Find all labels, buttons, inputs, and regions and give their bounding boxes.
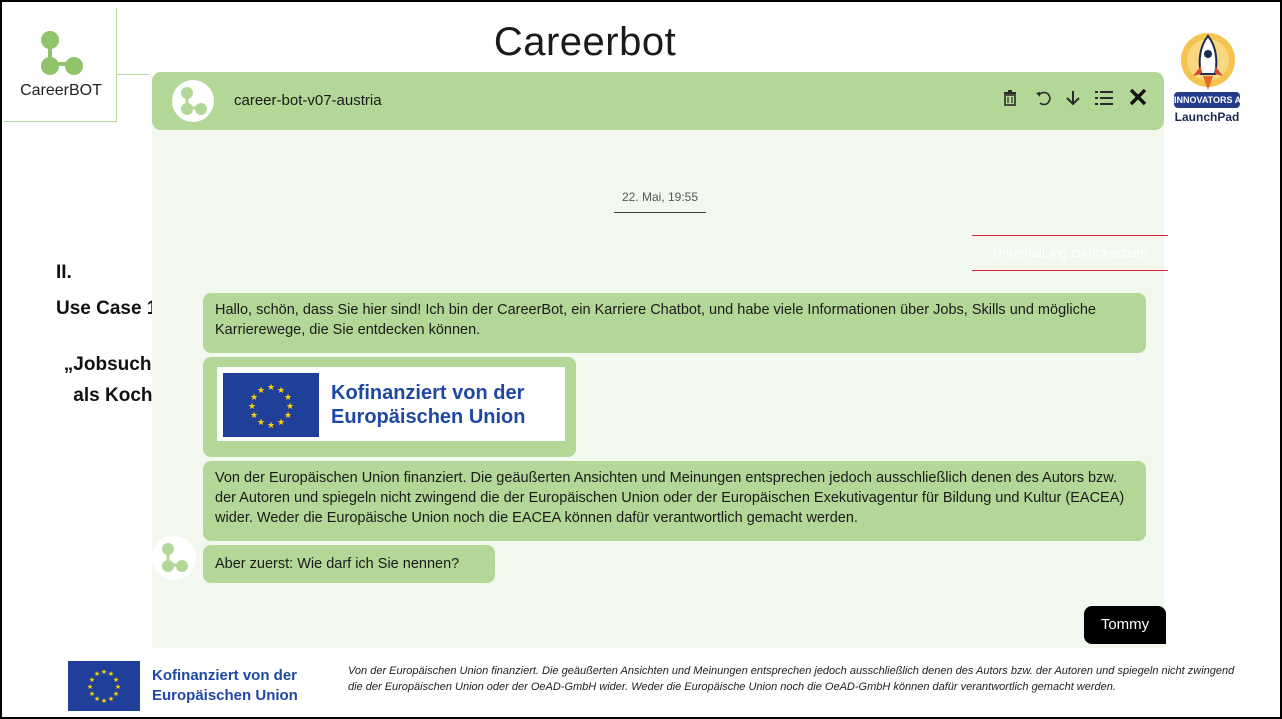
- bot-avatar: [172, 80, 214, 122]
- svg-text:★: ★: [284, 411, 292, 421]
- svg-text:★: ★: [89, 690, 95, 698]
- use-case-quote: „Jobsuche als Koch“: [63, 354, 162, 406]
- slide-title: Careerbot: [493, 20, 677, 64]
- close-icon[interactable]: [1126, 88, 1150, 112]
- logo-text: CareerBOT: [20, 82, 102, 99]
- list-icon[interactable]: [1092, 88, 1116, 112]
- svg-text:★: ★: [101, 668, 107, 676]
- use-case-label: Use Case 1: [56, 298, 158, 319]
- chat-header: career-bot-v07-austria: [152, 72, 1164, 130]
- bot-avatar-message: [152, 536, 196, 580]
- footer-eu-flag-icon: ★ ★★★ ★★★★ ★★★★: [68, 661, 140, 711]
- innovators-badge: INNOVATORS AI LaunchPad: [1172, 28, 1244, 128]
- bot-message-greeting: Hallo, schön, dass Sie hier sind! Ich bi…: [203, 293, 1146, 353]
- svg-text:★: ★: [94, 670, 100, 678]
- bot-logo-icon: [162, 543, 188, 572]
- eu-funding-card: ★ ★ ★ ★ ★ ★ ★ ★ ★ ★ ★ ★ Kofinanziert von der Euro…: [217, 367, 565, 441]
- svg-text:★: ★: [277, 418, 285, 428]
- logo-connector-line: [117, 74, 149, 75]
- eu-card-line1: Kofinanziert von der: [331, 382, 525, 404]
- footer-eu-text: Kofinanziert von der Europäischen Union: [152, 666, 298, 706]
- badge-ribbon: INNOVATORS AI: [1174, 92, 1244, 108]
- bot-name: career-bot-v07-austria: [234, 92, 382, 109]
- badge-subtitle: LaunchPad: [1174, 110, 1240, 124]
- bot-message-disclaimer: Von der Europäischen Union finanziert. D…: [203, 461, 1146, 541]
- rocket-icon: [1181, 33, 1235, 90]
- eu-card-line2: Europäischen Union: [331, 406, 526, 428]
- svg-text:★: ★: [108, 695, 114, 703]
- footer-eu-line2: Europäischen Union: [152, 687, 298, 704]
- svg-text:★: ★: [257, 418, 265, 428]
- svg-text:★: ★: [257, 386, 265, 396]
- eu-card-text: Kofinanziert von der Europäischen Union: [331, 381, 525, 429]
- svg-text:★: ★: [267, 421, 275, 431]
- svg-text:★: ★: [248, 402, 256, 412]
- careerbot-logo-icon: [41, 31, 83, 75]
- download-icon[interactable]: [1062, 88, 1084, 112]
- svg-text:★: ★: [250, 411, 258, 421]
- trash-icon[interactable]: [1000, 88, 1020, 112]
- bot-message-question: Aber zuerst: Wie darf ich Sie nennen?: [203, 545, 495, 583]
- undo-icon[interactable]: [1032, 88, 1054, 112]
- reset-conversation-link[interactable]: Unterhaltung zurücksetzen: [972, 235, 1168, 271]
- eu-flag-icon: ★ ★★★ ★★★★ ★★★★: [223, 373, 319, 437]
- section-label: II.: [56, 262, 72, 283]
- user-message: Tommy: [1084, 606, 1166, 644]
- footer-disclaimer: Von der Europäischen Union finanziert. D…: [348, 665, 1235, 693]
- bot-logo-icon: [181, 87, 207, 115]
- svg-text:★: ★: [101, 697, 107, 705]
- footer-eu-line1: Kofinanziert von der: [152, 667, 298, 684]
- bot-message-eu-card: ★ ★ ★ ★ ★ ★ ★ ★ ★ ★ ★ ★ Kofinanziert von der Euro…: [203, 357, 576, 457]
- chat-date-separator: 22. Mai, 19:55: [614, 190, 706, 213]
- svg-text:★: ★: [87, 683, 93, 691]
- svg-text:★: ★: [267, 383, 275, 393]
